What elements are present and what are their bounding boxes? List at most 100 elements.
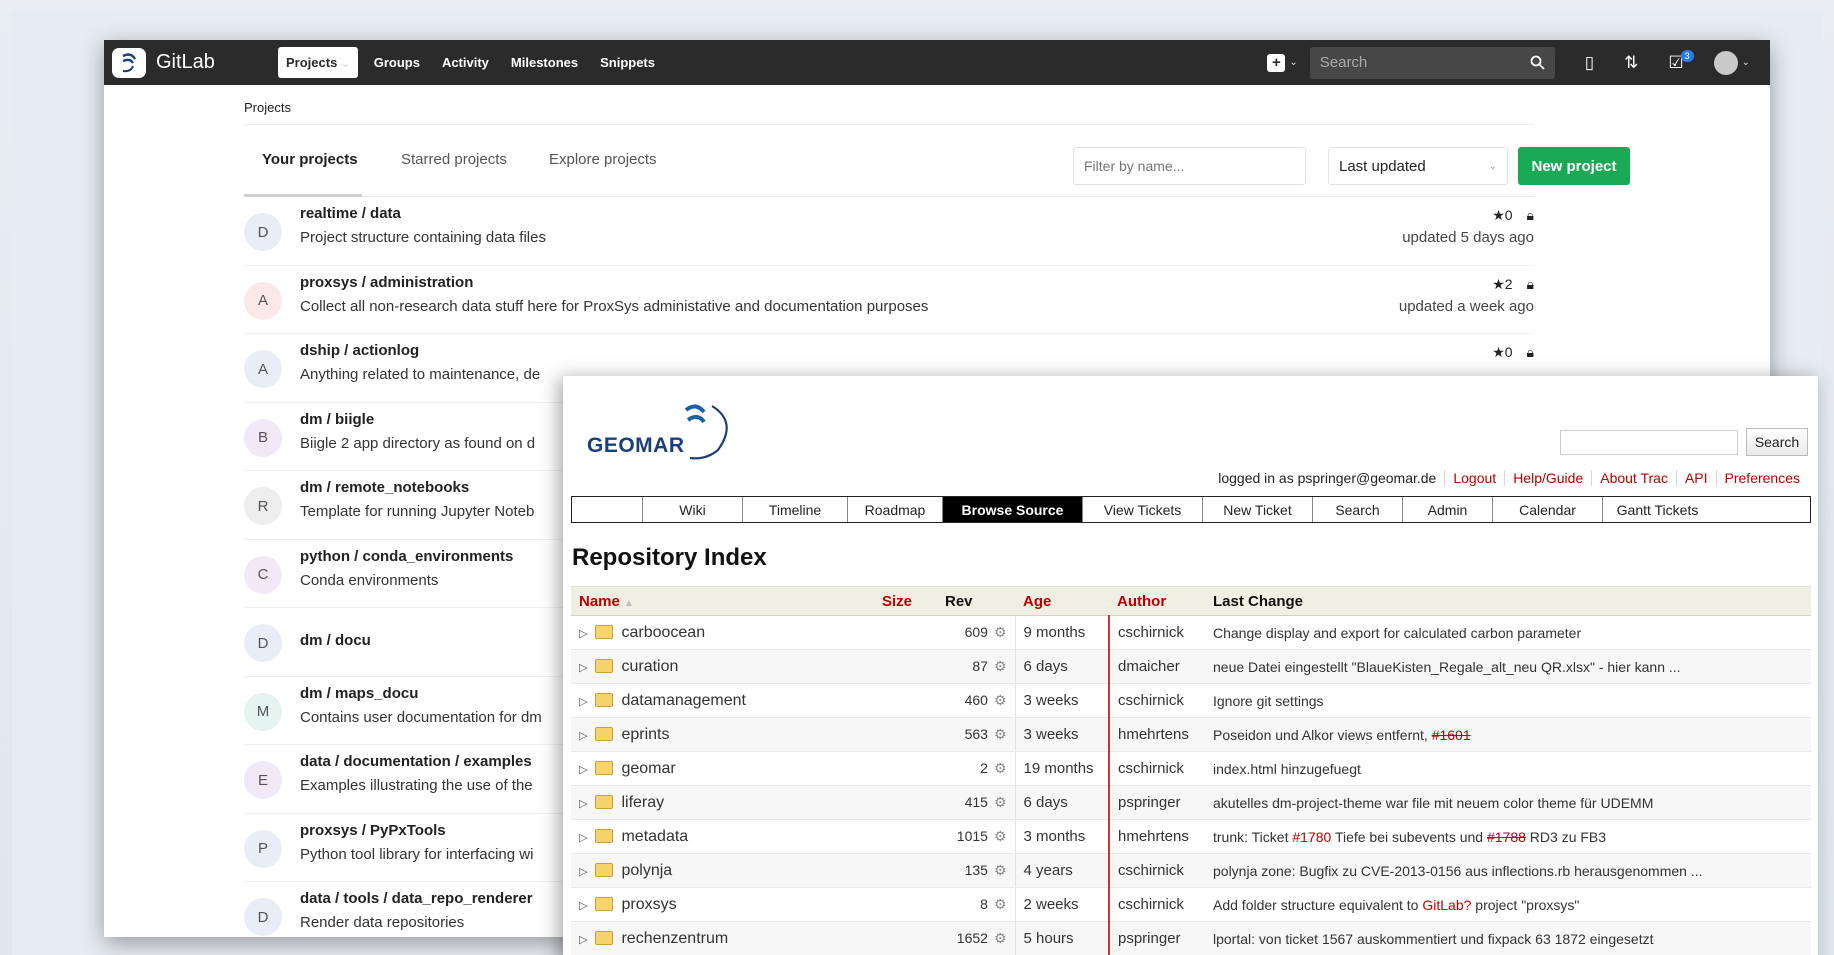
entry-age[interactable]: 6 days [1014,785,1109,820]
filter-by-name-input[interactable] [1073,147,1306,185]
ticket-link[interactable]: #1601 [1432,727,1471,743]
expand-triangle-icon[interactable]: ▷ [579,934,587,946]
entry-name-link[interactable]: polynja [621,862,672,879]
tab-explore-projects[interactable]: Explore projects [549,151,657,168]
rev-link[interactable]: 1652 [957,930,988,946]
trac-search-button[interactable]: Search [1746,428,1808,456]
entry-rev[interactable]: 1652 ⚙ [937,921,1015,955]
col-age[interactable]: Age [1015,586,1109,616]
col-author[interactable]: Author [1109,586,1205,616]
tab-starred-projects[interactable]: Starred projects [401,151,507,168]
nav-search[interactable]: Search [1312,497,1402,522]
entry-name-link[interactable]: eprints [621,726,669,743]
search-icon[interactable] [1530,55,1545,70]
geomar-logo[interactable]: GEOMAR [587,398,747,468]
project-name-link[interactable]: proxsys / PyPxTools [300,822,446,839]
nav-view-tickets[interactable]: View Tickets [1082,497,1202,522]
nav-projects[interactable]: Projects ⌄ [278,47,358,78]
rev-link[interactable]: 2 [980,760,988,776]
entry-name-link[interactable]: carboocean [621,624,705,641]
ticket-link[interactable]: #1788 [1487,829,1526,845]
gitlab-search-input[interactable] [1319,54,1520,71]
changeset-icon[interactable]: ⚙ [994,794,1007,810]
entry-name[interactable]: ▷ carboocean [571,615,874,650]
expand-triangle-icon[interactable]: ▷ [579,832,587,844]
nav-milestones[interactable]: Milestones [511,55,578,70]
entry-name-link[interactable]: rechenzentrum [621,930,728,947]
rev-link[interactable]: 8 [980,896,988,912]
changeset-icon[interactable]: ⚙ [994,760,1007,776]
entry-age[interactable]: 9 months [1014,615,1109,650]
entry-name-link[interactable]: liferay [621,794,664,811]
entry-age[interactable]: 2 weeks [1014,887,1109,922]
project-row[interactable]: Aproxsys / administration Collect all non… [244,266,1534,334]
changeset-icon[interactable]: ⚙ [994,692,1007,708]
expand-triangle-icon[interactable]: ▷ [579,764,587,776]
project-avatar[interactable]: D [244,624,282,662]
project-name-link[interactable]: dm / remote_notebooks [300,479,469,496]
col-rev[interactable]: Rev [937,586,1015,616]
entry-name[interactable]: ▷ curation [571,649,874,684]
entry-name-link[interactable]: datamanagement [621,692,746,709]
expand-triangle-icon[interactable]: ▷ [579,662,587,674]
nav-browse-source[interactable]: Browse Source [942,497,1082,522]
nav-groups[interactable]: Groups [374,55,420,70]
project-name-link[interactable]: dm / maps_docu [300,685,418,702]
help-guide-link[interactable]: Help/Guide [1504,470,1591,486]
preferences-link[interactable]: Preferences [1715,470,1808,486]
ticket-link[interactable]: #1780 [1292,829,1331,845]
nav-roadmap[interactable]: Roadmap [847,497,942,522]
entry-age[interactable]: 3 months [1014,819,1109,854]
entry-name[interactable]: ▷ polynja [571,853,874,888]
todo-icon[interactable]: ☑ 3 [1668,49,1694,73]
user-avatar[interactable] [1713,50,1738,75]
entry-name[interactable]: ▷ rechenzentrum [571,921,874,955]
expand-triangle-icon[interactable]: ▷ [579,798,587,810]
nav-admin[interactable]: Admin [1402,497,1492,522]
entry-age[interactable]: 3 weeks [1014,717,1109,752]
project-name-link[interactable]: realtime / data [300,205,401,222]
gitlab-home-link[interactable]: GitLab [104,47,242,78]
expand-triangle-icon[interactable]: ▷ [579,900,587,912]
project-avatar[interactable]: R [244,487,282,525]
project-avatar[interactable]: A [244,281,282,320]
nav-timeline[interactable]: Timeline [742,497,847,522]
project-avatar[interactable]: D [244,213,282,251]
nav-wiki[interactable]: Wiki [642,497,742,522]
rev-link[interactable]: 609 [965,624,988,640]
entry-name-link[interactable]: metadata [621,828,688,845]
entry-name-link[interactable]: proxsys [621,896,676,913]
entry-rev[interactable]: 563 ⚙ [937,717,1015,752]
col-size[interactable]: Size [874,586,937,616]
project-row[interactable]: Drealtime / data Project structure contai… [244,197,1534,266]
rev-link[interactable]: 460 [965,692,988,708]
entry-name[interactable]: ▷ datamanagement [571,683,874,718]
changeset-icon[interactable]: ⚙ [994,726,1007,742]
entry-rev[interactable]: 8 ⚙ [937,887,1015,922]
rev-link[interactable]: 1015 [957,828,988,844]
changeset-icon[interactable]: ⚙ [994,828,1007,844]
rev-link[interactable]: 563 [965,726,988,742]
rev-link[interactable]: 87 [972,658,988,674]
about-trac-link[interactable]: About Trac [1591,470,1676,486]
entry-age[interactable]: 3 weeks [1014,683,1109,718]
changeset-icon[interactable]: ⚙ [994,930,1007,946]
project-avatar[interactable]: A [244,350,282,388]
nav-new-ticket[interactable]: New Ticket [1202,497,1312,522]
entry-rev[interactable]: 460 ⚙ [937,683,1015,718]
changeset-icon[interactable]: ⚙ [994,658,1007,674]
merge-request-icon[interactable]: ⇅ [1624,53,1638,73]
col-name[interactable]: Name ▲ [571,586,874,616]
new-dropdown-button[interactable]: + ⌄ [1267,53,1298,72]
rev-link[interactable]: 415 [965,794,988,810]
nav-snippets[interactable]: Snippets [600,55,655,70]
entry-name-link[interactable]: curation [621,658,678,675]
nav-activity[interactable]: Activity [442,55,489,70]
trac-search-input[interactable] [1560,430,1738,455]
sort-dropdown[interactable]: Last updated ⌄ [1328,147,1508,185]
col-last-change[interactable]: Last Change [1205,586,1811,616]
project-name-link[interactable]: data / documentation / examples [300,753,532,770]
entry-rev[interactable]: 415 ⚙ [937,785,1015,820]
chevron-down-icon[interactable]: ⌄ [1742,57,1750,68]
project-name-link[interactable]: proxsys / administration [300,274,473,291]
